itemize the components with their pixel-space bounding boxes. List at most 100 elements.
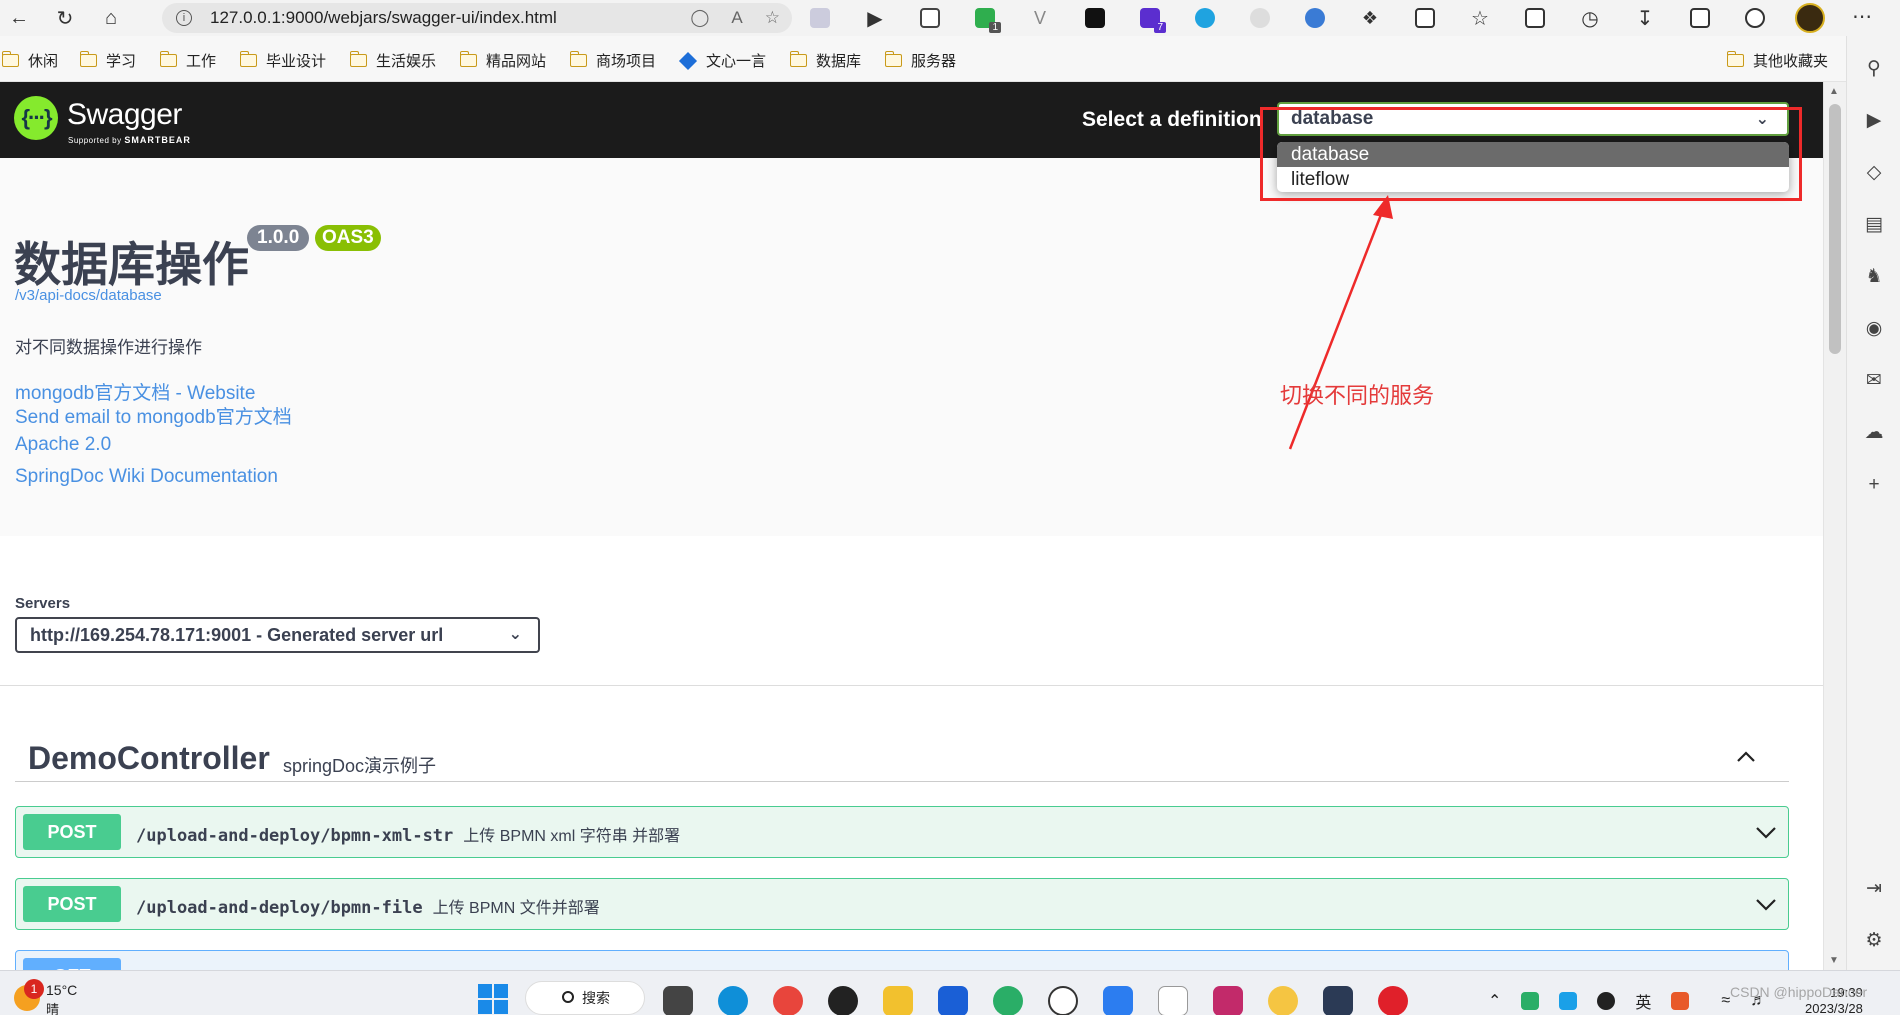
start-icon[interactable] bbox=[478, 984, 508, 1014]
cloud-icon[interactable] bbox=[1295, 3, 1335, 33]
bookmark-folder[interactable]: 生活娱乐 bbox=[349, 50, 436, 71]
tray-app-icon[interactable] bbox=[1559, 992, 1578, 1010]
color-picker-icon[interactable] bbox=[1185, 3, 1225, 33]
terminal-icon[interactable] bbox=[1323, 986, 1353, 1015]
history-icon[interactable]: ◷ bbox=[1570, 3, 1610, 33]
scroll-up-icon[interactable]: ▲ bbox=[1829, 86, 1839, 97]
operation-row[interactable]: GET bbox=[15, 950, 1789, 970]
read-aloud-icon[interactable]: A bbox=[731, 8, 742, 28]
bookmark-folder[interactable]: 商场项目 bbox=[569, 50, 656, 71]
puzzle-icon[interactable]: ❖ bbox=[1350, 3, 1390, 33]
intellij-icon[interactable] bbox=[1213, 986, 1243, 1015]
paw-app-icon[interactable] bbox=[1268, 986, 1298, 1015]
bookmark-folder[interactable]: 毕业设计 bbox=[239, 50, 326, 71]
chevron-up-icon[interactable] bbox=[1735, 746, 1757, 768]
wifi-icon[interactable]: ≈ bbox=[1721, 992, 1730, 1010]
scroll-down-icon[interactable]: ▼ bbox=[1829, 955, 1839, 966]
qq-tray-icon[interactable] bbox=[1597, 992, 1616, 1010]
bookmark-label: 学习 bbox=[106, 53, 137, 70]
bookmark-folder[interactable]: 数据库 bbox=[789, 50, 862, 71]
copy-icon[interactable] bbox=[910, 3, 950, 33]
external-docs-link[interactable]: SpringDoc Wiki Documentation bbox=[15, 466, 278, 488]
netease-music-icon[interactable] bbox=[1378, 986, 1408, 1015]
other-bookmarks[interactable]: 其他收藏夹 bbox=[1726, 50, 1828, 71]
bookmark-folder[interactable]: 休闲 bbox=[1, 50, 58, 71]
operation-row[interactable]: POST /upload-and-deploy/bpmn-xml-str 上传 B… bbox=[15, 806, 1789, 858]
circle-app-icon[interactable] bbox=[1048, 986, 1078, 1015]
chess-icon[interactable]: ♞ bbox=[1863, 266, 1885, 288]
taskbar-search-label: 搜索 bbox=[582, 990, 610, 1006]
edge-icon[interactable] bbox=[718, 986, 748, 1015]
tag-icon[interactable]: ◇ bbox=[1863, 162, 1885, 184]
tag-section-header[interactable]: DemoController springDoc演示例子 bbox=[15, 732, 1789, 782]
briefcase-icon[interactable]: ▤ bbox=[1863, 214, 1885, 236]
chevron-down-icon[interactable] bbox=[1754, 893, 1778, 915]
drop-icon[interactable]: ☁ bbox=[1863, 422, 1885, 444]
swagger-logo-icon[interactable]: {···} bbox=[14, 96, 58, 140]
split-screen-icon[interactable] bbox=[1405, 3, 1445, 33]
tag-icon[interactable]: ◯ bbox=[690, 8, 709, 28]
chevron-up-icon[interactable]: ⌃ bbox=[1488, 991, 1501, 1011]
wechat-tray-icon[interactable] bbox=[1521, 992, 1540, 1010]
settings-icon[interactable]: ⚙ bbox=[1863, 930, 1885, 952]
folder-icon bbox=[349, 51, 367, 67]
server-select[interactable]: http://169.254.78.171:9001 - Generated s… bbox=[15, 617, 540, 653]
toolbox-icon[interactable] bbox=[1075, 3, 1115, 33]
bookmark-folder[interactable]: 学习 bbox=[79, 50, 137, 71]
bookmark-folder[interactable]: 工作 bbox=[159, 50, 216, 71]
shield-extension-icon[interactable]: 1 bbox=[965, 3, 1005, 33]
scroll-thumb[interactable] bbox=[1829, 104, 1841, 354]
home-icon[interactable]: ⌂ bbox=[92, 0, 130, 36]
bookmark-link[interactable]: 文心一言 bbox=[678, 50, 767, 71]
lark-icon[interactable] bbox=[938, 986, 968, 1015]
website-link[interactable]: mongodb官方文档 - Website bbox=[15, 378, 255, 405]
favorite-add-icon[interactable]: ☆ bbox=[765, 8, 780, 28]
bookmark-label: 数据库 bbox=[816, 53, 862, 70]
arrow-app-icon[interactable] bbox=[1103, 986, 1133, 1015]
search-icon[interactable]: ⚲ bbox=[1863, 58, 1885, 80]
contact-email-link[interactable]: Send email to mongodb官方文档 bbox=[15, 402, 292, 429]
sidebar-collapse-icon[interactable]: ⇥ bbox=[1863, 878, 1885, 900]
ime-indicator[interactable]: 英 bbox=[1635, 989, 1651, 1013]
site-info-icon[interactable]: i bbox=[176, 10, 192, 26]
api-docs-link[interactable]: /v3/api-docs/database bbox=[15, 287, 162, 304]
chrome-icon[interactable] bbox=[773, 986, 803, 1015]
page-scrollbar[interactable]: ▲ ▼ bbox=[1823, 82, 1846, 970]
task-view-icon[interactable] bbox=[663, 986, 693, 1015]
profile-avatar[interactable] bbox=[1795, 3, 1825, 33]
bookmark-label: 文心一言 bbox=[706, 53, 767, 70]
translate-icon[interactable] bbox=[1240, 3, 1280, 33]
vue-icon[interactable]: V bbox=[1020, 3, 1060, 33]
refresh-icon[interactable]: ↻ bbox=[46, 0, 84, 36]
download-icon[interactable]: ↧ bbox=[1625, 3, 1665, 33]
folder-icon bbox=[159, 51, 177, 67]
bing-icon[interactable]: ▶ bbox=[1863, 110, 1885, 132]
bookmark-folder[interactable]: 服务器 bbox=[884, 50, 956, 71]
wechat-icon[interactable] bbox=[993, 986, 1023, 1015]
add-icon[interactable]: + bbox=[1863, 474, 1885, 496]
taskbar-search[interactable]: 搜索 bbox=[525, 981, 645, 1015]
notification-badge: 1 bbox=[24, 979, 44, 999]
typora-icon[interactable] bbox=[1158, 986, 1188, 1015]
chevron-down-icon[interactable] bbox=[1754, 821, 1778, 843]
back-icon[interactable]: ← bbox=[0, 0, 38, 36]
license-link[interactable]: Apache 2.0 bbox=[15, 434, 111, 456]
screen-icon[interactable] bbox=[800, 3, 840, 33]
annotation-text: 切换不同的服务 bbox=[1280, 383, 1435, 408]
more-icon[interactable]: ⋯ bbox=[1852, 4, 1872, 29]
math-icon[interactable] bbox=[1680, 3, 1720, 33]
performance-icon[interactable] bbox=[1735, 3, 1775, 33]
favorites-icon[interactable]: ☆ bbox=[1460, 3, 1500, 33]
file-explorer-icon[interactable] bbox=[883, 986, 913, 1015]
office-icon[interactable]: ◉ bbox=[1863, 318, 1885, 340]
qq-icon[interactable] bbox=[828, 986, 858, 1015]
outlook-icon[interactable]: ✉ bbox=[1863, 370, 1885, 392]
swagger-page: {···} Swagger Supported by SMARTBEAR Sel… bbox=[0, 82, 1823, 970]
address-bar[interactable]: i 127.0.0.1:9000/webjars/swagger-ui/inde… bbox=[162, 3, 792, 33]
sogou-icon[interactable] bbox=[1671, 992, 1690, 1010]
play-icon[interactable]: ▶ bbox=[855, 3, 895, 33]
cube-extension-icon[interactable]: 7 bbox=[1130, 3, 1170, 33]
collections-icon[interactable] bbox=[1515, 3, 1555, 33]
bookmark-folder[interactable]: 精品网站 bbox=[459, 50, 546, 71]
operation-row[interactable]: POST /upload-and-deploy/bpmn-file 上传 BPMN… bbox=[15, 878, 1789, 930]
